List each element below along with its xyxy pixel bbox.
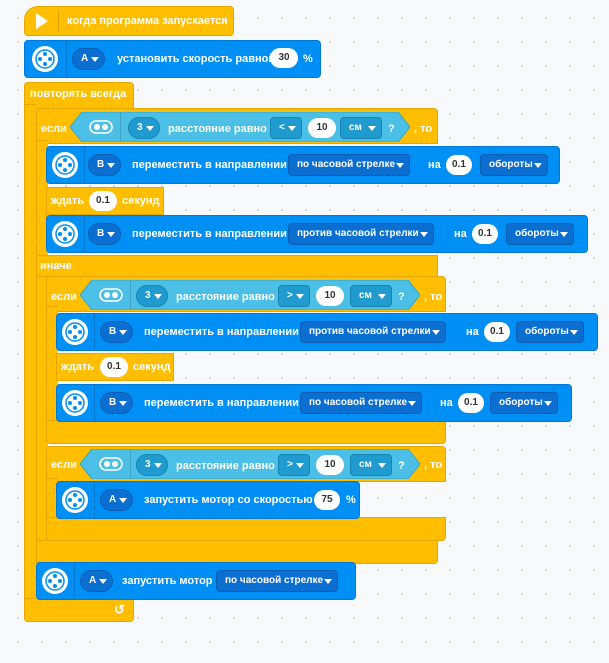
if-else-footer (36, 540, 438, 564)
distance-sensor-icon (99, 457, 123, 471)
units-dropdown[interactable]: обороты (480, 154, 548, 176)
speed-input[interactable]: 30 (270, 48, 298, 68)
wait-label: ждать (61, 361, 95, 373)
else-divider (36, 255, 438, 277)
distance-input[interactable]: 10 (316, 455, 344, 475)
motor-icon (32, 46, 58, 72)
amount-input[interactable]: 0.1 (446, 155, 472, 175)
motor-icon (62, 319, 88, 345)
motor-icon (42, 568, 68, 594)
amount-input[interactable]: 0.1 (458, 393, 484, 413)
speed-input[interactable]: 75 (314, 490, 340, 510)
condition-label: расстояние равно (176, 460, 275, 472)
amount-input[interactable]: 0.1 (484, 322, 510, 342)
sensor-port-dropdown[interactable]: 3 (136, 454, 168, 476)
port-dropdown[interactable]: A (100, 489, 134, 511)
condition-label: расстояние равно (168, 123, 267, 135)
unit-dropdown[interactable]: см (340, 117, 382, 139)
units-dropdown[interactable]: обороты (516, 321, 584, 343)
direction-dropdown[interactable]: против часовой стрелки (288, 223, 434, 245)
wait-unit-label: секунд (122, 195, 160, 207)
distance-input[interactable]: 10 (308, 118, 336, 138)
motor-icon (52, 221, 78, 247)
port-dropdown[interactable]: B (88, 223, 122, 245)
amount-input[interactable]: 0.1 (472, 224, 498, 244)
distance-input[interactable]: 10 (316, 286, 344, 306)
else-label: иначе (40, 260, 72, 272)
forever-label: повторять всегда (30, 88, 127, 100)
if1-then-label: , то (414, 123, 433, 135)
set-speed-label: установить скорость равной (117, 53, 276, 65)
if3-footer (46, 517, 446, 541)
units-dropdown[interactable]: обороты (490, 392, 558, 414)
move-label: переместить в направлении (144, 326, 299, 338)
distance-sensor-icon (89, 120, 113, 134)
start-motor-speed-label: запустить мотор со скоростью (144, 494, 313, 506)
move-label: переместить в направлении (144, 397, 299, 409)
unit-label: % (346, 494, 356, 506)
if2-footer (46, 420, 446, 444)
if1-label: если (41, 123, 67, 135)
loop-arrow-icon: ↺ (114, 602, 125, 617)
motor-icon (62, 390, 88, 416)
play-flag-icon (36, 13, 48, 29)
units-dropdown[interactable]: обороты (506, 223, 574, 245)
move-label: переместить в направлении (132, 228, 287, 240)
question-label: ? (398, 460, 405, 472)
sensor-port-dropdown[interactable]: 3 (128, 117, 160, 139)
if2-label: если (51, 291, 77, 303)
port-dropdown[interactable]: B (100, 392, 134, 414)
operator-dropdown[interactable]: > (278, 454, 310, 476)
motor-icon (52, 152, 78, 178)
port-dropdown[interactable]: B (88, 154, 122, 176)
wait-label: ждать (51, 195, 85, 207)
operator-dropdown[interactable]: > (278, 285, 310, 307)
condition-label: расстояние равно (176, 291, 275, 303)
question-label: ? (388, 123, 395, 135)
sensor-port-dropdown[interactable]: 3 (136, 285, 168, 307)
wait-seconds-input[interactable]: 0.1 (89, 191, 117, 211)
port-dropdown[interactable]: B (100, 321, 134, 343)
port-dropdown[interactable]: A (72, 48, 106, 70)
start-motor-label: запустить мотор (122, 575, 213, 587)
unit-label: % (303, 53, 313, 65)
direction-dropdown[interactable]: против часовой стрелки (300, 321, 446, 343)
direction-dropdown[interactable]: по часовой стрелке (288, 154, 411, 176)
direction-dropdown[interactable]: по часовой стрелке (216, 570, 339, 592)
if3-then-label: , то (424, 459, 443, 471)
move-label: переместить в направлении (132, 159, 287, 171)
on-label: на (466, 326, 479, 338)
if2-then-label: , то (424, 291, 443, 303)
unit-dropdown[interactable]: см (350, 285, 392, 307)
unit-dropdown[interactable]: см (350, 454, 392, 476)
on-label: на (428, 159, 441, 171)
direction-dropdown[interactable]: по часовой стрелке (300, 392, 423, 414)
on-label: на (454, 228, 467, 240)
distance-sensor-icon (99, 288, 123, 302)
question-label: ? (398, 291, 405, 303)
hat-label: когда программа запускается (67, 15, 228, 27)
forever-loop-arm (24, 104, 36, 622)
motor-icon (62, 487, 88, 513)
wait-seconds-input[interactable]: 0.1 (100, 357, 128, 377)
on-label: на (440, 397, 453, 409)
operator-dropdown[interactable]: < (270, 117, 302, 139)
if3-label: если (51, 459, 77, 471)
port-dropdown[interactable]: A (80, 570, 114, 592)
wait-unit-label: секунд (133, 361, 171, 373)
